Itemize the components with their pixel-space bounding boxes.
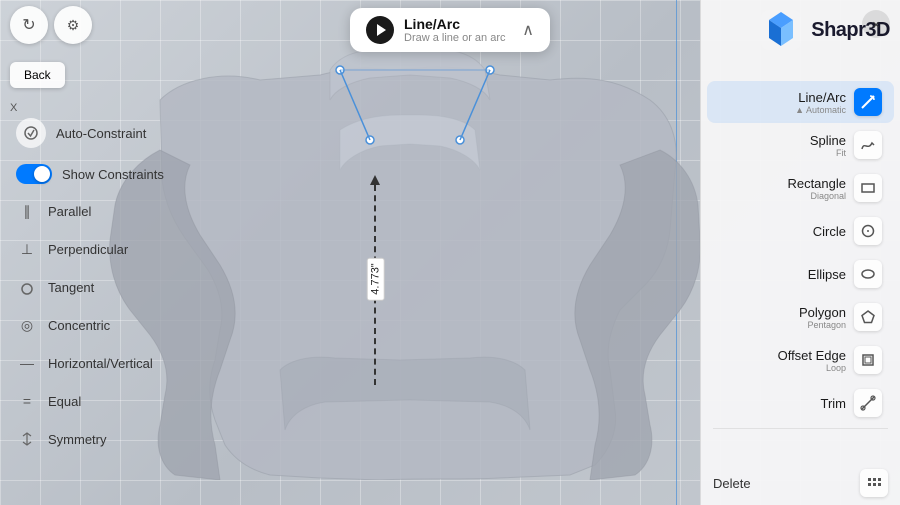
tool-play-button[interactable]	[366, 16, 394, 44]
tool-offset-edge[interactable]: Offset Edge Loop	[707, 339, 894, 381]
shapr3d-logo-icon	[759, 8, 803, 52]
show-constraints-row: Show Constraints	[10, 156, 200, 192]
settings-button[interactable]: ⚙	[54, 6, 92, 44]
symmetry-label: Symmetry	[48, 432, 107, 447]
concentric-constraint[interactable]: ◎ Concentric	[10, 306, 200, 344]
measurement-arrow	[370, 175, 380, 185]
delete-label: Delete	[713, 476, 751, 491]
auto-constraint-icon	[16, 118, 46, 148]
offset-edge-icon	[854, 346, 882, 374]
concentric-label: Concentric	[48, 318, 110, 333]
offset-edge-name: Offset Edge	[719, 348, 846, 363]
tool-spline[interactable]: Spline Fit	[707, 124, 894, 166]
polygon-icon	[854, 303, 882, 331]
tool-ellipse[interactable]: Ellipse	[707, 253, 894, 295]
perpendicular-label: Perpendicular	[48, 242, 128, 257]
offset-edge-sub: Loop	[719, 363, 846, 373]
circle-icon	[854, 217, 882, 245]
horizontal-vertical-constraint[interactable]: — Horizontal/Vertical	[10, 344, 200, 382]
concentric-icon: ◎	[16, 314, 38, 336]
horizontal-vertical-label: Horizontal/Vertical	[48, 356, 153, 371]
tool-card-subtitle: Draw a line or an arc	[404, 32, 512, 44]
tool-trim[interactable]: Trim	[707, 382, 894, 424]
polygon-name: Polygon	[719, 305, 846, 320]
perpendicular-icon: ⊥	[16, 238, 38, 260]
spline-name: Spline	[719, 133, 846, 148]
tool-card: Line/Arc Draw a line or an arc ∧	[350, 8, 550, 52]
show-constraints-label: Show Constraints	[62, 167, 164, 182]
parallel-constraint[interactable]: ∥ Parallel	[10, 192, 200, 230]
right-panel: Shapr3D × Line/Arc ▲ Automatic Spline Fi…	[700, 0, 900, 505]
perpendicular-constraint[interactable]: ⊥ Perpendicular	[10, 230, 200, 268]
tool-card-info: Line/Arc Draw a line or an arc	[404, 16, 512, 44]
parallel-label: Parallel	[48, 204, 91, 219]
auto-constraint-label: Auto-Constraint	[56, 126, 146, 141]
spline-icon	[854, 131, 882, 159]
tool-polygon[interactable]: Polygon Pentagon	[707, 296, 894, 338]
tangent-constraint[interactable]: Tangent	[10, 268, 200, 306]
back-button[interactable]: Back	[10, 62, 65, 88]
trim-name: Trim	[719, 396, 846, 411]
close-button[interactable]: ×	[862, 10, 890, 38]
equal-constraint[interactable]: = Equal	[10, 382, 200, 420]
delete-area: Delete	[701, 461, 900, 505]
parallel-icon: ∥	[16, 200, 38, 222]
rectangle-name: Rectangle	[719, 176, 846, 191]
symmetry-constraint[interactable]: Symmetry	[10, 420, 200, 458]
rectangle-icon	[854, 174, 882, 202]
delete-icon	[860, 469, 888, 497]
ellipse-name: Ellipse	[719, 267, 846, 282]
show-constraints-toggle[interactable]	[16, 164, 52, 184]
delete-button[interactable]: Delete	[713, 476, 751, 491]
spline-sub: Fit	[719, 148, 846, 158]
line-arc-sub: ▲ Automatic	[719, 105, 846, 115]
circle-name: Circle	[719, 224, 846, 239]
chevron-up-icon[interactable]: ∧	[522, 20, 534, 40]
polygon-sub: Pentagon	[719, 320, 846, 330]
tool-card-title: Line/Arc	[404, 16, 512, 32]
line-arc-icon	[854, 88, 882, 116]
rectangle-sub: Diagonal	[719, 191, 846, 201]
tangent-icon	[16, 276, 38, 298]
ellipse-icon	[854, 260, 882, 288]
tool-line-arc[interactable]: Line/Arc ▲ Automatic	[707, 81, 894, 123]
panel-divider	[713, 428, 888, 429]
tool-rectangle[interactable]: Rectangle Diagonal	[707, 167, 894, 209]
measurement-label: 4.773"	[367, 257, 385, 300]
tangent-label: Tangent	[48, 280, 94, 295]
rotate-button[interactable]: ↻	[10, 6, 48, 44]
auto-constraint-row: Auto-Constraint	[10, 110, 200, 156]
line-arc-name: Line/Arc	[719, 90, 846, 105]
right-panel-tools: Line/Arc ▲ Automatic Spline Fit Rectangl…	[701, 10, 900, 429]
left-panel: Auto-Constraint Show Constraints ∥ Paral…	[0, 110, 210, 458]
trim-icon	[854, 389, 882, 417]
horizontal-vertical-icon: —	[16, 352, 38, 374]
tool-circle[interactable]: Circle	[707, 210, 894, 252]
equal-icon: =	[16, 390, 38, 412]
equal-label: Equal	[48, 394, 81, 409]
symmetry-icon	[16, 428, 38, 450]
